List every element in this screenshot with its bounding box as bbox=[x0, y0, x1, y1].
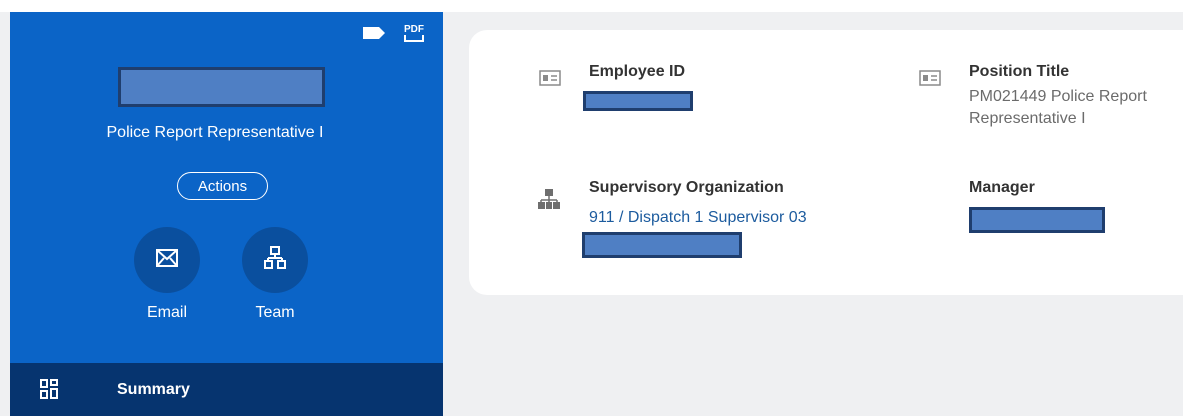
redacted-employee-id bbox=[583, 91, 693, 111]
supervisory-org-title: Supervisory Organization bbox=[589, 179, 784, 196]
job-details-card: Employee ID Position Title PM021449 Poli… bbox=[469, 30, 1183, 295]
tag-icon[interactable] bbox=[362, 26, 386, 40]
top-strip bbox=[0, 0, 1183, 12]
redacted-manager-name bbox=[969, 207, 1105, 233]
org-chart-icon bbox=[537, 188, 561, 217]
position-title-value-line2: Representative I bbox=[969, 110, 1086, 127]
actions-button[interactable]: Actions bbox=[177, 172, 268, 200]
position-title-value: PM021449 Police Report Representative I bbox=[969, 86, 1183, 130]
worker-profile-panel: PDF Police Report Representative I Actio… bbox=[10, 12, 443, 416]
team-button[interactable] bbox=[242, 227, 308, 293]
team-label: Team bbox=[255, 304, 295, 321]
summary-label: Summary bbox=[117, 381, 190, 398]
position-title-value-line1: PM021449 Police Report bbox=[969, 88, 1147, 105]
pdf-icon[interactable]: PDF bbox=[402, 20, 426, 46]
envelope-icon bbox=[156, 248, 178, 272]
manager-title: Manager bbox=[969, 179, 1035, 196]
employee-id-title: Employee ID bbox=[589, 63, 686, 80]
email-label: Email bbox=[146, 304, 187, 321]
nav-item-summary[interactable]: Summary bbox=[10, 363, 443, 416]
position-subtitle: Police Report Representative I bbox=[106, 124, 324, 141]
dashboard-grid-icon bbox=[40, 379, 58, 399]
pdf-icon-text: PDF bbox=[404, 24, 424, 35]
org-chart-icon bbox=[264, 245, 286, 275]
position-title-title: Position Title bbox=[969, 63, 1070, 80]
redacted-supervisory-org-detail bbox=[582, 232, 742, 258]
id-card-icon bbox=[919, 70, 941, 91]
supervisory-org-link[interactable]: 911 / Dispatch 1 Supervisor 03 bbox=[589, 209, 807, 227]
redacted-employee-name bbox=[118, 67, 325, 107]
email-button[interactable] bbox=[134, 227, 200, 293]
id-card-icon bbox=[539, 70, 561, 91]
